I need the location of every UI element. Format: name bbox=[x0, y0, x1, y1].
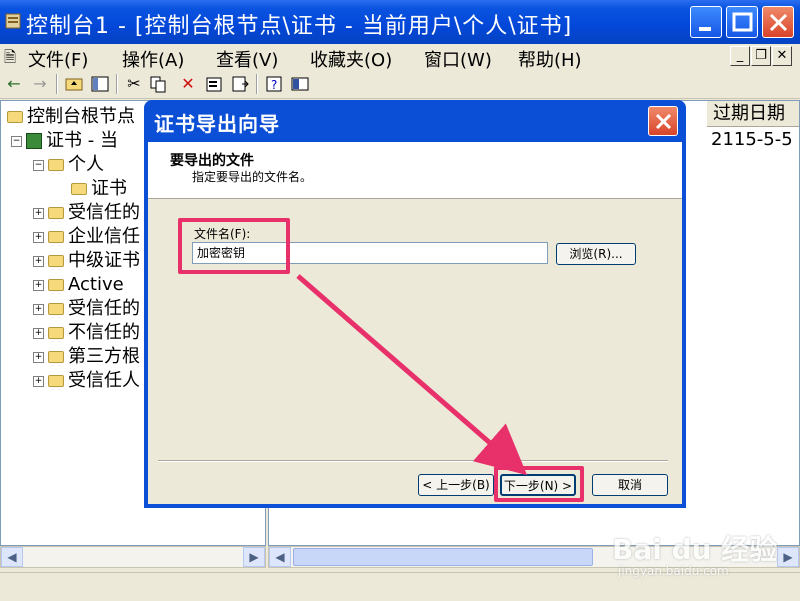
watermark-url: jingyan.baidu.com bbox=[618, 564, 729, 578]
annotation-arrow bbox=[296, 274, 528, 476]
baidu-jingyan-watermark: Bai du 经验 bbox=[612, 533, 778, 566]
